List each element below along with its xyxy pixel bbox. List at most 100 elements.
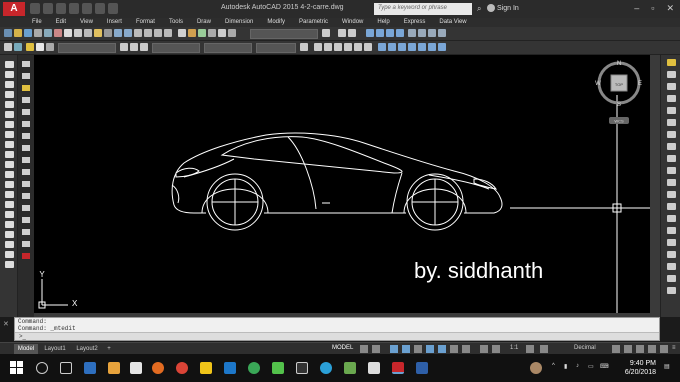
wipeout-icon[interactable] xyxy=(5,261,14,268)
dim-style-icon[interactable] xyxy=(348,29,356,37)
minimize-icon[interactable]: – xyxy=(634,3,639,14)
command-window[interactable]: Command: Command: _mtedit >_ xyxy=(14,317,660,341)
ucs-x-icon[interactable] xyxy=(418,43,426,51)
compass-w-label[interactable]: W xyxy=(595,81,601,87)
spline-edit-icon[interactable] xyxy=(667,287,676,294)
battery-icon[interactable]: ▭ xyxy=(588,363,594,370)
move-icon[interactable] xyxy=(22,121,30,127)
annotation-visibility-icon[interactable] xyxy=(480,345,488,353)
windows-start-icon[interactable] xyxy=(10,361,24,375)
maximize-icon[interactable]: ▫ xyxy=(651,3,654,14)
notifications-icon[interactable]: ▤ xyxy=(664,363,670,370)
dim-linear-icon[interactable] xyxy=(314,43,322,51)
whatsapp-icon[interactable] xyxy=(272,362,284,374)
block-editor-icon[interactable] xyxy=(104,29,112,37)
language-icon[interactable]: ⌨ xyxy=(600,363,609,370)
dim-diameter-icon[interactable] xyxy=(354,43,362,51)
design-center-icon[interactable] xyxy=(188,29,196,37)
saveas-icon[interactable] xyxy=(69,3,79,14)
word-icon[interactable] xyxy=(416,362,428,374)
ucs-y-icon[interactable] xyxy=(428,43,436,51)
units-dropdown[interactable]: Decimal xyxy=(574,345,596,353)
layer-dropdown[interactable] xyxy=(58,43,116,53)
explode-icon[interactable] xyxy=(22,241,30,247)
qnew-icon[interactable] xyxy=(4,29,12,37)
join-object-icon[interactable] xyxy=(667,203,676,210)
store-icon[interactable] xyxy=(130,362,142,374)
volume-icon[interactable]: ♪ xyxy=(576,363,579,369)
menu-item-tools[interactable]: Tools xyxy=(169,18,183,27)
copy-icon[interactable] xyxy=(74,29,82,37)
join-icon[interactable] xyxy=(22,205,30,211)
stretch-icon[interactable] xyxy=(22,157,30,163)
open-icon[interactable] xyxy=(43,3,53,14)
new-icon[interactable] xyxy=(30,3,40,14)
command-close-icon[interactable]: ✕ xyxy=(3,320,11,328)
publish-icon[interactable] xyxy=(54,29,62,37)
edge-browser-icon[interactable] xyxy=(84,362,96,374)
compass-e-label[interactable]: E xyxy=(638,81,642,87)
isodraft-icon[interactable] xyxy=(414,345,422,353)
view-top-icon[interactable] xyxy=(408,29,416,37)
paste-icon[interactable] xyxy=(84,29,92,37)
quick-properties-icon[interactable] xyxy=(612,345,620,353)
open-folder-icon[interactable] xyxy=(14,29,22,37)
model-space-toggle[interactable]: MODEL xyxy=(332,345,353,353)
rotate-object-icon[interactable] xyxy=(667,131,676,138)
tab-model[interactable]: Model xyxy=(14,344,38,354)
paint-icon[interactable] xyxy=(200,362,212,374)
revcloud-icon[interactable] xyxy=(5,131,14,138)
compass-n-label[interactable]: N xyxy=(617,61,621,67)
menu-item-file[interactable]: File xyxy=(32,18,42,27)
undo-icon[interactable] xyxy=(114,29,122,37)
mtext-icon[interactable] xyxy=(5,241,14,248)
match-properties-icon[interactable] xyxy=(94,29,102,37)
chrome-icon[interactable] xyxy=(176,362,188,374)
view-left-icon[interactable] xyxy=(428,29,436,37)
sheet-set-icon[interactable] xyxy=(208,29,216,37)
hatch-edit-icon[interactable] xyxy=(667,263,676,270)
object-snap-tracking-icon[interactable] xyxy=(426,345,434,353)
lock-ui-icon[interactable] xyxy=(624,345,632,353)
search-input[interactable]: Type a keyword or phrase xyxy=(374,3,472,15)
tray-chevron-icon[interactable]: ^ xyxy=(552,363,555,369)
chrome-app-icon[interactable] xyxy=(248,362,260,374)
transparency-icon[interactable] xyxy=(462,345,470,353)
cortana-search-icon[interactable] xyxy=(36,362,48,374)
make-current-icon[interactable] xyxy=(120,43,128,51)
dim-aligned-icon[interactable] xyxy=(324,43,332,51)
firefox-icon[interactable] xyxy=(152,362,164,374)
game-icon[interactable] xyxy=(344,362,356,374)
layer-previous-icon[interactable] xyxy=(130,43,138,51)
menu-item-parametric[interactable]: Parametric xyxy=(299,18,328,27)
blend-object-icon[interactable] xyxy=(667,239,676,246)
autocad-taskbar-icon[interactable] xyxy=(392,362,404,374)
mirror-icon[interactable] xyxy=(22,85,30,91)
drawing-canvas[interactable]: TOP N S E W WCS Y X by. siddhanth xyxy=(34,55,650,313)
view-front-icon[interactable] xyxy=(418,29,426,37)
menu-item-insert[interactable]: Insert xyxy=(107,18,122,27)
vertical-scrollbar[interactable] xyxy=(650,55,660,317)
menu-item-view[interactable]: View xyxy=(80,18,93,27)
trim-object-icon[interactable] xyxy=(667,167,676,174)
snap-icon[interactable] xyxy=(372,345,380,353)
layer-states-icon[interactable] xyxy=(14,43,22,51)
ortho-icon[interactable] xyxy=(390,345,398,353)
layer-lock-icon[interactable] xyxy=(46,43,54,51)
region-icon[interactable] xyxy=(5,221,14,228)
menu-item-window[interactable]: Window xyxy=(342,18,363,27)
text-style-icon[interactable] xyxy=(338,29,346,37)
view-iso-icon[interactable] xyxy=(438,29,446,37)
menu-item-express[interactable]: Express xyxy=(404,18,426,27)
mirror-object-icon[interactable] xyxy=(667,83,676,90)
redo-icon[interactable] xyxy=(108,3,118,14)
ellipse-arc-icon[interactable] xyxy=(5,161,14,168)
extend-object-icon[interactable] xyxy=(667,179,676,186)
pan-icon[interactable] xyxy=(134,29,142,37)
make-block-icon[interactable] xyxy=(5,181,14,188)
array-object-icon[interactable] xyxy=(667,107,676,114)
menu-item-help[interactable]: Help xyxy=(377,18,389,27)
edge-legacy-icon[interactable] xyxy=(224,362,236,374)
user-avatar-icon[interactable] xyxy=(530,362,542,374)
workspace-dropdown[interactable] xyxy=(250,29,318,39)
